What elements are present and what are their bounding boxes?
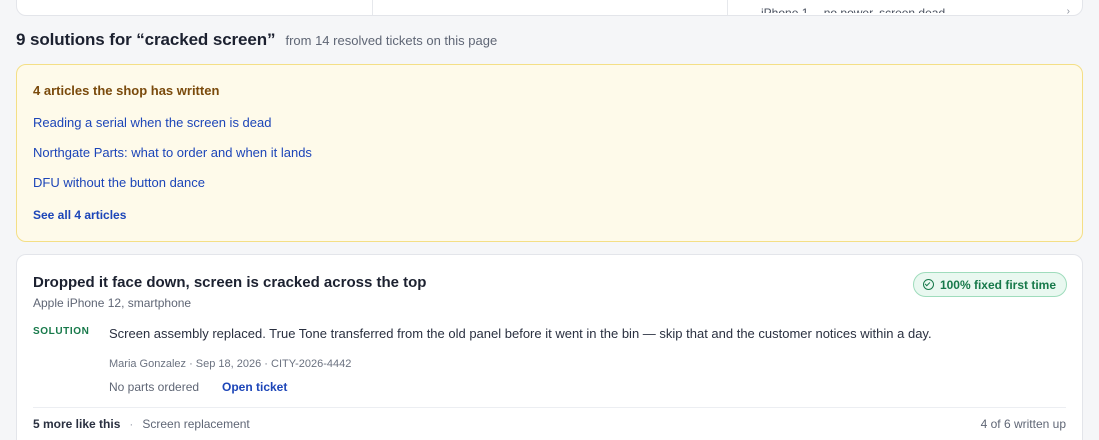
column-divider (727, 0, 728, 15)
fixed-first-time-badge: 100% fixed first time (912, 272, 1067, 297)
more-like-this-link[interactable]: 5 more like this (33, 417, 120, 431)
dot-separator: · (129, 417, 134, 431)
open-ticket-link[interactable]: Open ticket (222, 380, 287, 394)
shop-articles-panel: 4 articles the shop has written Reading … (16, 64, 1083, 242)
category-tag[interactable]: Screen replacement (142, 417, 249, 431)
ticket-footer: 5 more like this · Screen replacement (33, 417, 250, 431)
results-title: 9 solutions for “cracked screen” (16, 30, 276, 49)
solution-label: SOLUTION (33, 326, 90, 337)
article-link[interactable]: Reading a serial when the screen is dead (33, 115, 271, 130)
divider (33, 407, 1066, 408)
see-all-articles-link[interactable]: See all 4 articles (33, 208, 126, 222)
previous-result-card: iPhone 1… no power, screen dead › (16, 0, 1083, 16)
device-label: Apple iPhone 12, smartphone (33, 296, 192, 310)
check-circle-icon (922, 279, 934, 290)
parts-status: No parts ordered (109, 380, 200, 394)
ticket-meta: Maria Gonzalez · Sep 18, 2026 · CITY-202… (109, 358, 352, 370)
articles-heading: 4 articles the shop has written (33, 83, 220, 98)
ticket-title[interactable]: Dropped it face down, screen is cracked … (33, 274, 426, 291)
column-divider (372, 0, 373, 15)
chevron-down-icon[interactable]: › (1067, 6, 1070, 14)
results-header: 9 solutions for “cracked screen” from 14… (16, 30, 497, 50)
results-subtitle: from 14 resolved tickets on this page (285, 33, 498, 48)
solution-text: Screen assembly replaced. True Tone tran… (109, 326, 932, 341)
solution-card: Dropped it face down, screen is cracked … (16, 254, 1083, 440)
article-link[interactable]: Northgate Parts: what to order and when … (33, 145, 312, 160)
written-up-count: 4 of 6 written up (980, 417, 1066, 431)
article-link[interactable]: DFU without the button dance (33, 175, 205, 190)
badge-label: 100% fixed first time (939, 277, 1056, 292)
clipped-ticket-text: iPhone 1… no power, screen dead (761, 7, 945, 13)
